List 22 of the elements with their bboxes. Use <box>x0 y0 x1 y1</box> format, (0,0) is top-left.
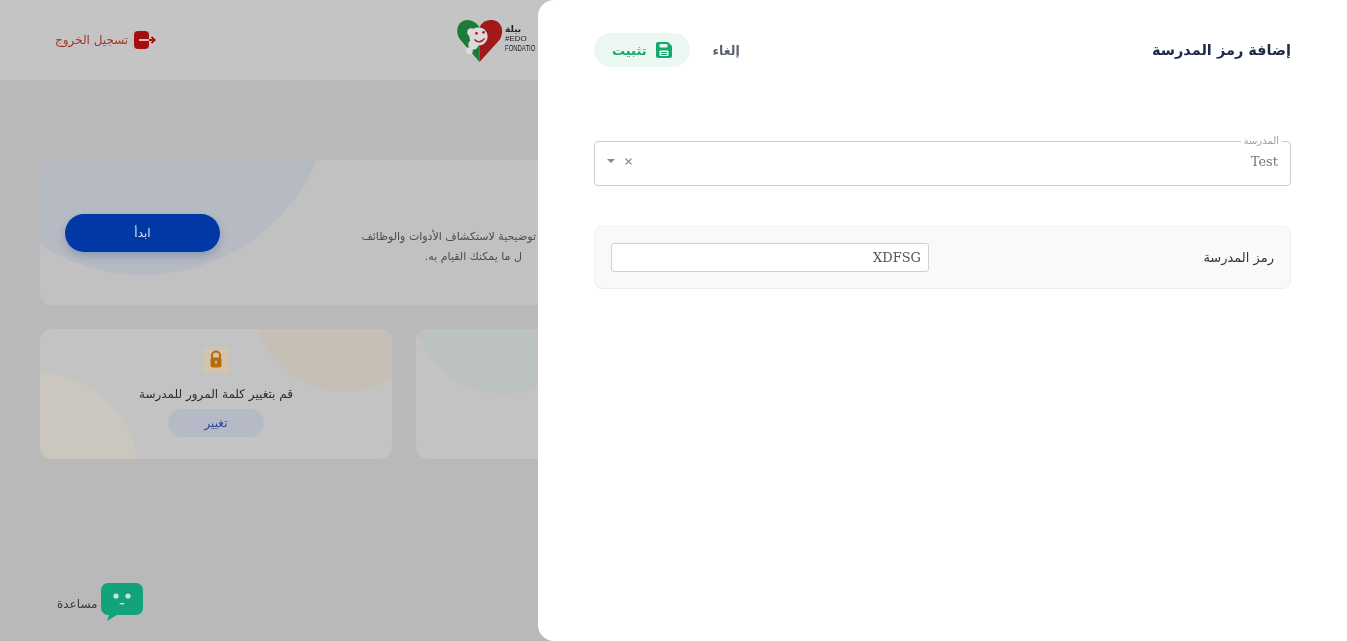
lock-icon <box>203 347 229 373</box>
selected-value: Test <box>1250 153 1278 169</box>
logo-text: #EDO <box>505 35 527 44</box>
field-label: رمز المدرسة <box>1203 250 1274 265</box>
intro-text-line: ل ما يمكنك القيام به. <box>424 248 522 265</box>
field-label: المدرسة <box>1240 135 1282 147</box>
logo-text: بيلة <box>505 25 522 35</box>
logo-text: FONDATIO <box>505 44 536 53</box>
panel-title: إضافة رمز المدرسة <box>1151 42 1291 58</box>
help-link[interactable]: مساعدة <box>57 583 143 621</box>
start-button[interactable]: ابدأ <box>65 213 220 252</box>
card-text: قم بتغيير كلمة المرور للمدرسة <box>139 387 293 401</box>
heart-logo-icon <box>455 17 504 63</box>
caret-down-icon <box>607 159 615 163</box>
logout-link[interactable]: تسجيل الخروج <box>55 30 157 49</box>
intro-text-line: توضيحية لاستكشاف الأدوات والوظائف <box>361 228 536 245</box>
logout-icon <box>134 30 157 49</box>
code-input[interactable]: XDFSG <box>611 243 929 272</box>
chat-bubble-icon <box>100 583 143 621</box>
cancel-button[interactable]: إلغاء <box>712 42 740 58</box>
change-button[interactable]: تغيير <box>168 409 264 437</box>
clear-icon[interactable] <box>625 157 632 165</box>
